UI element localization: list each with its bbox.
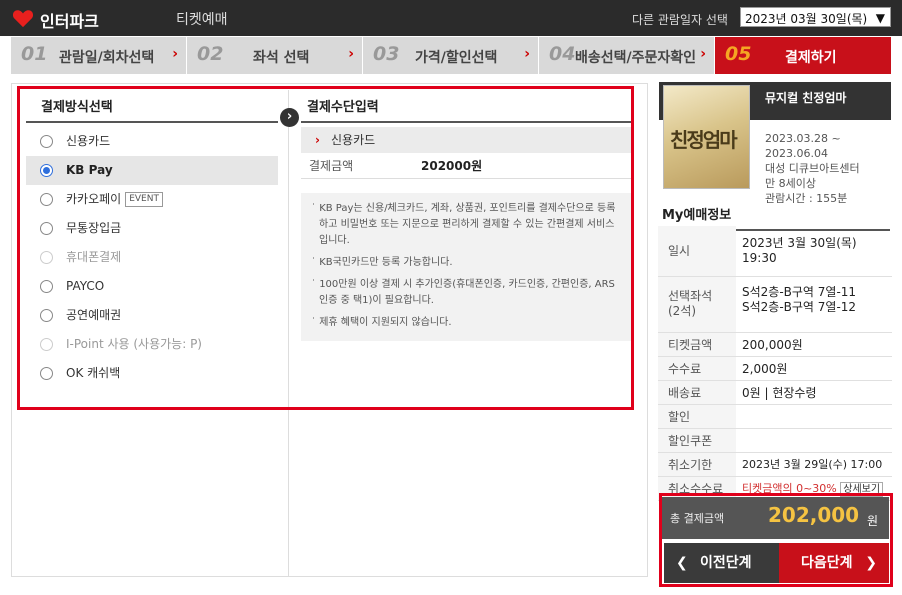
chevron-right-icon: ›: [348, 46, 354, 62]
info-value: 0원 | 현장수령: [736, 380, 892, 405]
date-select[interactable]: 2023년 03월 30일(목) ▼: [740, 7, 891, 27]
show-title: 뮤지컬 친정엄마: [765, 91, 847, 105]
info-value: S석2층-B구역 7열-11 S석2층-B구역 7열-12: [736, 276, 892, 333]
step-4[interactable]: 04 배송선택/주문자확인 ›: [539, 37, 715, 74]
step-number: 01: [21, 43, 48, 65]
table-row: 배송료 0원 | 현장수령: [658, 380, 892, 405]
step-number: 03: [373, 43, 400, 65]
table-row: 할인: [658, 404, 892, 429]
info-key: 수수료: [658, 356, 736, 381]
step-1[interactable]: 01 관람일/회차선택 ›: [11, 37, 187, 74]
table-row: 티켓금액 200,000원: [658, 332, 892, 357]
heart-logo-icon: [12, 10, 34, 28]
info-key: 배송료: [658, 380, 736, 405]
show-period-end: 2023.06.04: [765, 147, 828, 160]
info-key: 할인쿠폰: [658, 428, 736, 453]
step-number: 05: [725, 43, 752, 65]
info-value: 2023년 3월 29일(수) 17:00: [736, 452, 892, 477]
info-key: 일시: [658, 226, 736, 277]
info-value: 2,000원: [736, 356, 892, 381]
step-label: 관람일/회차선택: [59, 50, 155, 66]
poster-title: 친정엄마: [670, 128, 738, 152]
payment-highlight-box: [17, 86, 634, 410]
info-key: 취소기한: [658, 452, 736, 477]
show-poster: 친정엄마: [663, 85, 750, 189]
step-5[interactable]: 05 결제하기: [715, 37, 891, 74]
chevron-right-icon: ›: [524, 46, 530, 62]
info-key: 티켓금액: [658, 332, 736, 357]
show-age: 만 8세이상: [765, 177, 816, 190]
info-value: [736, 428, 892, 453]
info-key: 할인: [658, 404, 736, 429]
step-3[interactable]: 03 가격/할인선택 ›: [363, 37, 539, 74]
step-number: 02: [197, 43, 224, 65]
checkout-highlight-box: [659, 493, 893, 587]
chevron-right-icon: ›: [172, 46, 178, 62]
table-row: 취소기한 2023년 3월 29일(수) 17:00: [658, 452, 892, 477]
top-bar: 인터파크 티켓예매 다른 관람일자 선택 2023년 03월 30일(목) ▼: [0, 0, 902, 36]
step-label: 배송선택/주문자확인: [575, 50, 697, 66]
show-info: 2023.03.28 ~ 2023.06.04 대성 디큐브아트센터 만 8세이…: [765, 131, 860, 206]
show-venue: 대성 디큐브아트센터: [765, 162, 860, 175]
booking-info-table: 일시 2023년 3월 30일(목) 19:30 선택좌석 (2석) S석2층-B구…: [658, 226, 892, 501]
brand-name[interactable]: 인터파크: [40, 8, 99, 32]
step-2[interactable]: 02 좌석 선택 ›: [187, 37, 363, 74]
chevron-right-icon: ›: [700, 46, 706, 62]
step-label: 결제하기: [785, 50, 837, 66]
table-row: 선택좌석 (2석) S석2층-B구역 7열-11 S석2층-B구역 7열-12: [658, 276, 892, 333]
info-key: 선택좌석 (2석): [658, 276, 736, 333]
table-row: 할인쿠폰: [658, 428, 892, 453]
show-period-start: 2023.03.28 ~: [765, 132, 841, 145]
step-number: 04: [549, 43, 576, 65]
date-select-value: 2023년 03월 30일(목): [745, 12, 868, 26]
info-value: [736, 404, 892, 429]
info-value: 200,000원: [736, 332, 892, 357]
info-value: 2023년 3월 30일(목) 19:30: [736, 226, 892, 277]
other-date-label: 다른 관람일자 선택: [632, 13, 728, 27]
brand-subtitle: 티켓예매: [176, 12, 228, 28]
step-navigation: 01 관람일/회차선택 › 02 좌석 선택 › 03 가격/할인선택 › 04…: [11, 37, 891, 74]
step-label: 좌석 선택: [253, 50, 310, 66]
table-row: 수수료 2,000원: [658, 356, 892, 381]
step-label: 가격/할인선택: [415, 50, 498, 66]
chevron-down-icon: ▼: [875, 11, 885, 25]
table-row: 일시 2023년 3월 30일(목) 19:30: [658, 226, 892, 277]
